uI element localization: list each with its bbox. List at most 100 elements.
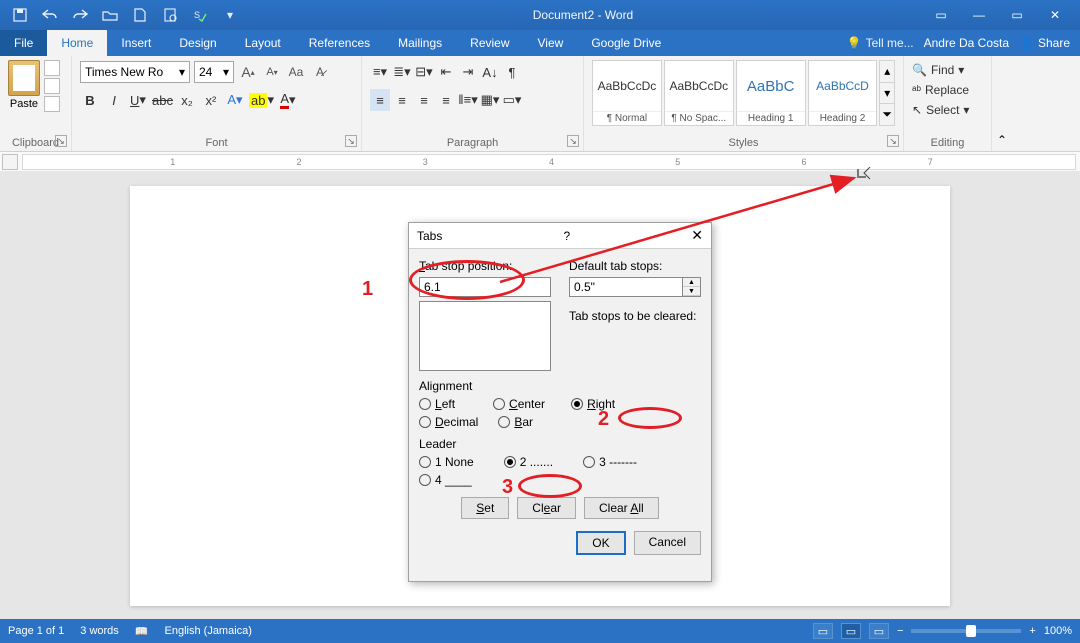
ribbon-display-options-icon[interactable]: ▭ bbox=[930, 4, 952, 26]
shading-icon[interactable]: ▦▾ bbox=[480, 89, 500, 111]
undo-icon[interactable] bbox=[40, 5, 60, 25]
decrease-indent-icon[interactable]: ⇤ bbox=[436, 61, 456, 83]
word-count[interactable]: 3 words bbox=[80, 625, 119, 637]
redo-icon[interactable] bbox=[70, 5, 90, 25]
text-effects-icon[interactable]: A▾ bbox=[225, 89, 245, 111]
font-name-combo[interactable]: Times New Ro▾ bbox=[80, 61, 190, 83]
leader-2-dots-radio[interactable]: 2 ....... bbox=[504, 455, 553, 469]
change-case-icon[interactable]: Aa bbox=[286, 61, 306, 83]
tab-google-drive[interactable]: Google Drive bbox=[577, 30, 675, 56]
spinner-down-icon[interactable]: ▼ bbox=[683, 287, 700, 296]
highlight-color-icon[interactable]: ab▾ bbox=[249, 89, 274, 111]
find-button[interactable]: 🔍Find ▾ bbox=[912, 60, 983, 80]
increase-font-icon[interactable]: A▴ bbox=[238, 61, 258, 83]
style-heading-1[interactable]: AaBbC Heading 1 bbox=[736, 60, 806, 126]
qat-more-icon[interactable]: ▾ bbox=[220, 5, 240, 25]
zoom-level[interactable]: 100% bbox=[1044, 625, 1072, 637]
default-tab-stops-spinner[interactable]: 0.5" ▲▼ bbox=[569, 277, 701, 297]
zoom-slider[interactable] bbox=[911, 629, 1021, 633]
strikethrough-button[interactable]: abc bbox=[152, 89, 173, 111]
align-right-icon[interactable]: ≡ bbox=[414, 89, 434, 111]
minimize-icon[interactable]: — bbox=[968, 4, 990, 26]
style-heading-2[interactable]: AaBbCcD Heading 2 bbox=[808, 60, 878, 126]
clear-formatting-icon[interactable]: A̷ bbox=[310, 61, 330, 83]
align-left-icon[interactable]: ≡ bbox=[370, 89, 390, 111]
font-dialog-launcher[interactable]: ↘ bbox=[345, 135, 357, 147]
leader-4-underline-radio[interactable]: 4 ____ bbox=[419, 473, 472, 487]
read-mode-icon[interactable]: ▭ bbox=[813, 623, 833, 639]
underline-button[interactable]: U▾ bbox=[128, 89, 148, 111]
tab-stop-position-input[interactable]: 6.1 bbox=[419, 277, 551, 297]
dialog-close-icon[interactable]: ✕ bbox=[691, 227, 703, 244]
styles-dialog-launcher[interactable]: ↘ bbox=[887, 135, 899, 147]
tab-review[interactable]: Review bbox=[456, 30, 523, 56]
italic-button[interactable]: I bbox=[104, 89, 124, 111]
tab-references[interactable]: References bbox=[295, 30, 384, 56]
spinner-up-icon[interactable]: ▲ bbox=[683, 278, 700, 287]
alignment-center-radio[interactable]: Center bbox=[493, 397, 545, 411]
print-layout-icon[interactable]: ▭ bbox=[841, 623, 861, 639]
clear-all-button[interactable]: Clear All bbox=[584, 497, 659, 519]
bullets-icon[interactable]: ≡▾ bbox=[370, 61, 390, 83]
zoom-out-icon[interactable]: − bbox=[897, 625, 903, 637]
leader-3-dashes-radio[interactable]: 3 ------- bbox=[583, 455, 637, 469]
copy-icon[interactable] bbox=[44, 78, 60, 94]
styles-more-icon[interactable]: ⏷ bbox=[880, 103, 894, 125]
increase-indent-icon[interactable]: ⇥ bbox=[458, 61, 478, 83]
clipboard-dialog-launcher[interactable]: ↘ bbox=[55, 135, 67, 147]
format-painter-icon[interactable] bbox=[44, 96, 60, 112]
tab-mailings[interactable]: Mailings bbox=[384, 30, 456, 56]
styles-gallery[interactable]: AaBbCcDc ¶ Normal AaBbCcDc ¶ No Spac... … bbox=[592, 60, 895, 126]
close-window-icon[interactable]: ✕ bbox=[1044, 4, 1066, 26]
font-size-combo[interactable]: 24▾ bbox=[194, 61, 234, 83]
borders-icon[interactable]: ▭▾ bbox=[502, 89, 522, 111]
dialog-help-icon[interactable]: ? bbox=[555, 229, 578, 243]
select-button[interactable]: ↖Select ▾ bbox=[912, 100, 983, 120]
tab-design[interactable]: Design bbox=[165, 30, 230, 56]
decrease-font-icon[interactable]: A▾ bbox=[262, 61, 282, 83]
open-icon[interactable] bbox=[100, 5, 120, 25]
bold-button[interactable]: B bbox=[80, 89, 100, 111]
superscript-button[interactable]: x² bbox=[201, 89, 221, 111]
alignment-decimal-radio[interactable]: Decimal bbox=[419, 415, 478, 429]
show-marks-icon[interactable]: ¶ bbox=[502, 61, 522, 83]
cancel-button[interactable]: Cancel bbox=[634, 531, 701, 555]
set-button[interactable]: Set bbox=[461, 497, 509, 519]
align-center-icon[interactable]: ≡ bbox=[392, 89, 412, 111]
replace-button[interactable]: ᵃᵇReplace bbox=[912, 80, 983, 100]
page-indicator[interactable]: Page 1 of 1 bbox=[8, 625, 64, 637]
web-layout-icon[interactable]: ▭ bbox=[869, 623, 889, 639]
alignment-left-radio[interactable]: Left bbox=[419, 397, 455, 411]
tab-selector[interactable] bbox=[2, 154, 18, 170]
print-preview-icon[interactable] bbox=[160, 5, 180, 25]
leader-1-none-radio[interactable]: 1 None bbox=[419, 455, 474, 469]
language-indicator[interactable]: English (Jamaica) bbox=[165, 625, 252, 637]
sort-icon[interactable]: A↓ bbox=[480, 61, 500, 83]
tab-view[interactable]: View bbox=[524, 30, 578, 56]
tab-layout[interactable]: Layout bbox=[231, 30, 295, 56]
cut-icon[interactable] bbox=[44, 60, 60, 76]
tab-stop-listbox[interactable] bbox=[419, 301, 551, 371]
tell-me-search[interactable]: 💡Tell me... bbox=[847, 36, 914, 50]
spelling-icon[interactable]: S bbox=[190, 5, 210, 25]
justify-icon[interactable]: ≡ bbox=[436, 89, 456, 111]
multilevel-list-icon[interactable]: ⊟▾ bbox=[414, 61, 434, 83]
tab-insert[interactable]: Insert bbox=[107, 30, 165, 56]
user-name[interactable]: Andre Da Costa bbox=[924, 36, 1009, 50]
style-normal[interactable]: AaBbCcDc ¶ Normal bbox=[592, 60, 662, 126]
numbering-icon[interactable]: ≣▾ bbox=[392, 61, 412, 83]
paste-button[interactable]: Paste bbox=[8, 60, 40, 112]
new-doc-icon[interactable] bbox=[130, 5, 150, 25]
dialog-titlebar[interactable]: Tabs ? ✕ bbox=[409, 223, 711, 249]
font-color-icon[interactable]: A▾ bbox=[278, 89, 298, 111]
zoom-in-icon[interactable]: + bbox=[1029, 625, 1035, 637]
proofing-icon[interactable]: 📖 bbox=[135, 625, 149, 638]
clear-button[interactable]: Clear bbox=[517, 497, 576, 519]
share-button[interactable]: 👤Share bbox=[1019, 36, 1070, 50]
alignment-bar-radio[interactable]: Bar bbox=[498, 415, 533, 429]
ok-button[interactable]: OK bbox=[576, 531, 625, 555]
collapse-ribbon-icon[interactable]: ⌃ bbox=[992, 56, 1012, 151]
save-icon[interactable] bbox=[10, 5, 30, 25]
styles-scroll-down-icon[interactable]: ▾ bbox=[880, 82, 894, 104]
paragraph-dialog-launcher[interactable]: ↘ bbox=[567, 135, 579, 147]
